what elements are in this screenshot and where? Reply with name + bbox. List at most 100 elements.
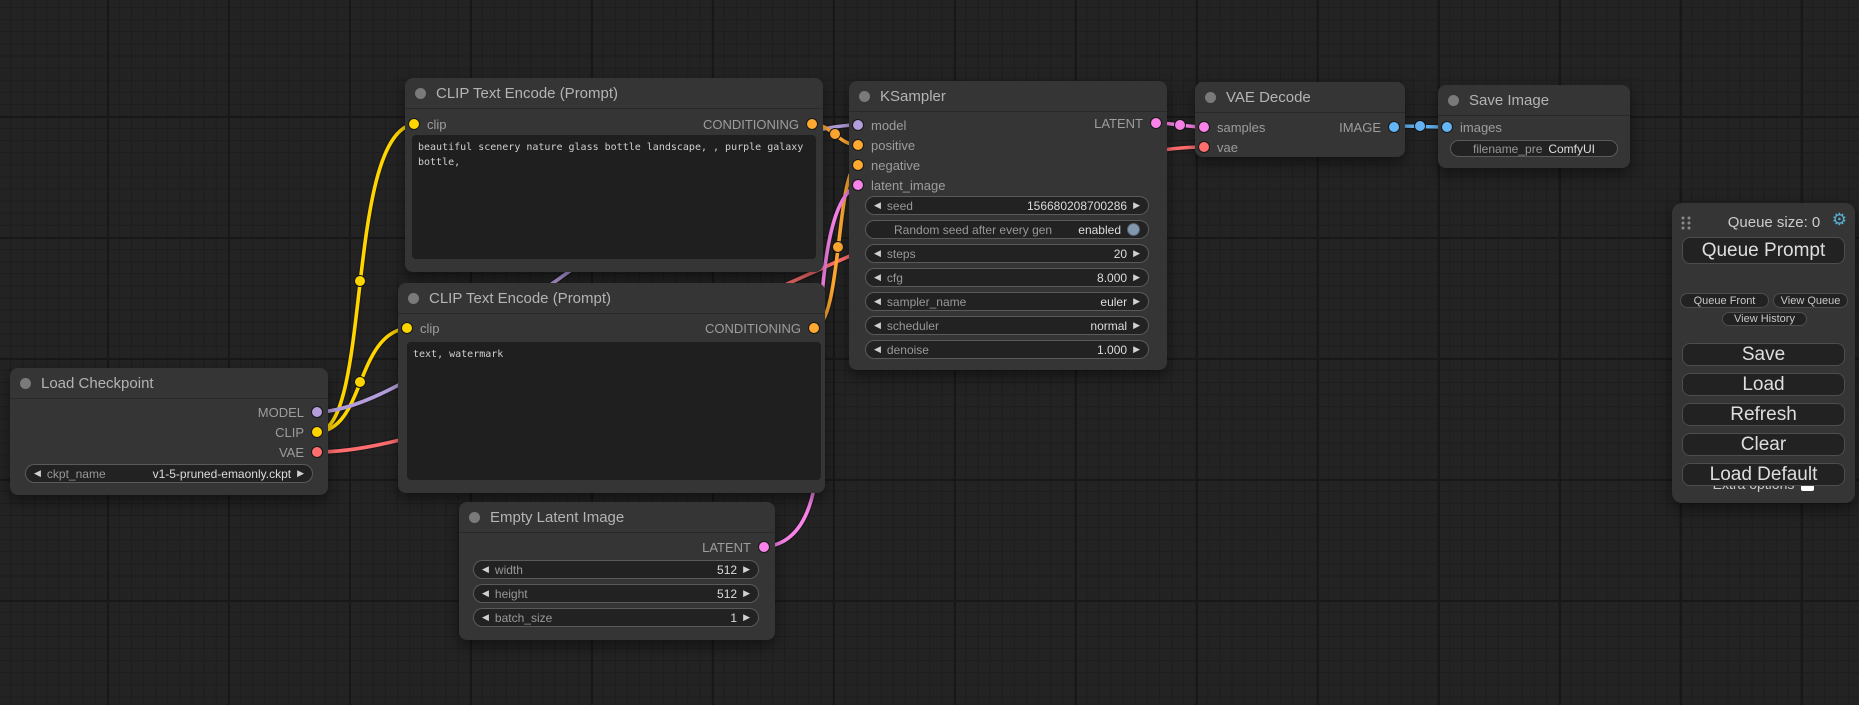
samples-input-port[interactable]	[1199, 122, 1209, 132]
latent-output-port[interactable]	[759, 542, 769, 552]
queue-menu-panel: Queue size: 0 ⚙ Queue Prompt Extra optio…	[1672, 203, 1855, 503]
increment-arrow-icon[interactable]: ▶	[743, 565, 750, 574]
collapse-dot-icon[interactable]	[1205, 92, 1216, 103]
node-title-bar[interactable]: VAE Decode	[1195, 82, 1405, 113]
queue-front-button[interactable]: Queue Front	[1680, 293, 1769, 308]
settings-gear-icon[interactable]: ⚙	[1832, 210, 1847, 230]
increment-arrow-icon[interactable]: ▶	[1133, 345, 1140, 354]
steps-widget[interactable]: ◀ steps 20 ▶	[865, 244, 1149, 263]
toggle-circle-icon[interactable]	[1127, 223, 1140, 236]
batch-size-widget[interactable]: ◀ batch_size 1 ▶	[473, 608, 759, 627]
image-output-port[interactable]	[1389, 122, 1399, 132]
increment-arrow-icon[interactable]: ▶	[1133, 321, 1140, 330]
node-title-bar[interactable]: Empty Latent Image	[459, 502, 775, 533]
node-title-bar[interactable]: CLIP Text Encode (Prompt)	[398, 283, 825, 314]
model-output-port[interactable]	[312, 407, 322, 417]
seed-widget[interactable]: ◀ seed 156680208700286 ▶	[865, 196, 1149, 215]
node-graph-canvas[interactable]: Load Checkpoint MODEL CLIP VAE ◀ ckpt_na…	[0, 0, 1859, 705]
collapse-dot-icon[interactable]	[469, 512, 480, 523]
decrement-arrow-icon[interactable]: ◀	[874, 297, 881, 306]
node-empty-latent-image: Empty Latent Image LATENT ◀ width 512 ▶ …	[459, 502, 775, 640]
collapse-dot-icon[interactable]	[859, 91, 870, 102]
vae-input-port[interactable]	[1199, 142, 1209, 152]
node-title-bar[interactable]: KSampler	[849, 81, 1167, 112]
collapse-dot-icon[interactable]	[1448, 95, 1459, 106]
latent-image-input-port[interactable]	[853, 180, 863, 190]
scheduler-widget[interactable]: ◀ scheduler normal ▶	[865, 316, 1149, 335]
increment-arrow-icon[interactable]: ▶	[743, 613, 750, 622]
slot-label: images	[1460, 120, 1502, 135]
widget-value: 8.000	[1097, 271, 1127, 285]
node-title-bar[interactable]: Save Image	[1438, 85, 1630, 116]
load-default-button[interactable]: Load Default	[1682, 463, 1845, 486]
images-input-port[interactable]	[1442, 122, 1452, 132]
increment-arrow-icon[interactable]: ▶	[1133, 201, 1140, 210]
view-history-button[interactable]: View History	[1722, 312, 1807, 326]
load-button[interactable]: Load	[1682, 373, 1845, 396]
collapse-dot-icon[interactable]	[20, 378, 31, 389]
denoise-widget[interactable]: ◀ denoise 1.000 ▶	[865, 340, 1149, 359]
view-queue-button[interactable]: View Queue	[1773, 293, 1848, 308]
vae-output-port[interactable]	[312, 447, 322, 457]
link-midpoint-dot	[1175, 120, 1186, 131]
clear-button[interactable]: Clear	[1682, 433, 1845, 456]
decrement-arrow-icon[interactable]: ◀	[874, 201, 881, 210]
drag-handle-icon[interactable]	[1680, 215, 1693, 230]
slot-label: clip	[420, 321, 440, 336]
negative-input-port[interactable]	[853, 160, 863, 170]
widget-label: denoise	[887, 343, 929, 357]
clip-input-port[interactable]	[402, 323, 412, 333]
increment-arrow-icon[interactable]: ▶	[1133, 249, 1140, 258]
collapse-dot-icon[interactable]	[415, 88, 426, 99]
clip-input-port[interactable]	[409, 119, 419, 129]
widget-label: filename_prefix	[1473, 142, 1542, 156]
output-slot-image: IMAGE	[1339, 119, 1399, 135]
widget-label: steps	[887, 247, 916, 261]
widget-label: ckpt_name	[47, 467, 106, 481]
node-title-bar[interactable]: Load Checkpoint	[10, 368, 328, 399]
positive-input-port[interactable]	[853, 140, 863, 150]
node-title-bar[interactable]: CLIP Text Encode (Prompt)	[405, 78, 823, 109]
cfg-widget[interactable]: ◀ cfg 8.000 ▶	[865, 268, 1149, 287]
negative-prompt-textarea[interactable]: text, watermark	[407, 342, 821, 480]
widget-label: Random seed after every gen	[894, 223, 1052, 237]
increment-arrow-icon[interactable]: ▶	[1133, 297, 1140, 306]
positive-prompt-textarea[interactable]: beautiful scenery nature glass bottle la…	[412, 135, 816, 259]
latent-output-port[interactable]	[1151, 118, 1161, 128]
node-clip-text-encode-positive: CLIP Text Encode (Prompt) clip CONDITION…	[405, 78, 823, 272]
output-slot-vae: VAE	[279, 444, 322, 460]
node-vae-decode: VAE Decode samples vae IMAGE	[1195, 82, 1405, 157]
ckpt-name-widget[interactable]: ◀ ckpt_name v1-5-pruned-emaonly.ckpt ▶	[25, 464, 313, 483]
collapse-dot-icon[interactable]	[408, 293, 419, 304]
clip-output-port[interactable]	[312, 427, 322, 437]
random-seed-toggle-widget[interactable]: Random seed after every gen enabled	[865, 220, 1149, 239]
decrement-arrow-icon[interactable]: ◀	[874, 273, 881, 282]
decrement-arrow-icon[interactable]: ◀	[482, 589, 489, 598]
decrement-arrow-icon[interactable]: ◀	[874, 345, 881, 354]
link-midpoint-dot	[355, 276, 366, 287]
model-input-port[interactable]	[853, 120, 863, 130]
decrement-arrow-icon[interactable]: ◀	[482, 565, 489, 574]
save-button[interactable]: Save	[1682, 343, 1845, 366]
width-widget[interactable]: ◀ width 512 ▶	[473, 560, 759, 579]
node-title: Empty Latent Image	[490, 509, 624, 526]
output-slot-conditioning: CONDITIONING	[705, 320, 819, 336]
increment-arrow-icon[interactable]: ▶	[1133, 273, 1140, 282]
decrement-arrow-icon[interactable]: ◀	[482, 613, 489, 622]
conditioning-output-port[interactable]	[809, 323, 819, 333]
increment-arrow-icon[interactable]: ▶	[297, 469, 304, 478]
filename-prefix-widget[interactable]: filename_prefix ComfyUI	[1450, 140, 1618, 157]
increment-arrow-icon[interactable]: ▶	[743, 589, 750, 598]
decrement-arrow-icon[interactable]: ◀	[34, 469, 41, 478]
decrement-arrow-icon[interactable]: ◀	[874, 249, 881, 258]
widget-value: enabled	[1078, 223, 1121, 237]
decrement-arrow-icon[interactable]: ◀	[874, 321, 881, 330]
queue-prompt-button[interactable]: Queue Prompt	[1682, 237, 1845, 264]
height-widget[interactable]: ◀ height 512 ▶	[473, 584, 759, 603]
slot-label: LATENT	[1094, 116, 1143, 131]
sampler-name-widget[interactable]: ◀ sampler_name euler ▶	[865, 292, 1149, 311]
refresh-button[interactable]: Refresh	[1682, 403, 1845, 426]
slot-label: clip	[427, 117, 447, 132]
widget-value: normal	[1090, 319, 1127, 333]
conditioning-output-port[interactable]	[807, 119, 817, 129]
